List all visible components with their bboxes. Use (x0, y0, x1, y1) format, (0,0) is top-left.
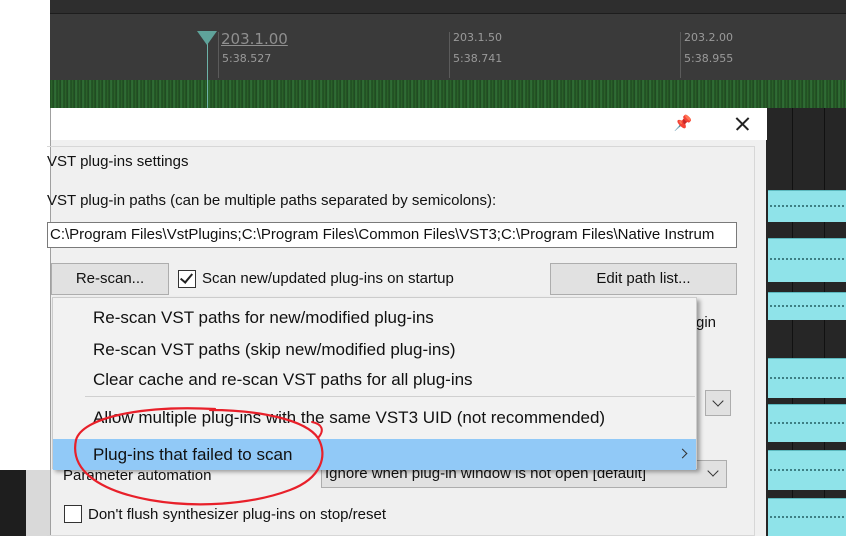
menu-item-label: Plug-ins that failed to scan (93, 445, 293, 464)
edit-path-list-label: Edit path list... (596, 270, 691, 287)
playhead-line[interactable] (207, 36, 208, 108)
waveform-track[interactable] (50, 80, 846, 108)
audio-clip[interactable] (768, 292, 846, 320)
ruler-divider (50, 13, 846, 14)
ruler-tick (449, 32, 450, 78)
dialog-titlebar: 📌 (51, 108, 767, 140)
menu-item-allow-multiple-uid[interactable]: Allow multiple plug-ins with the same VS… (53, 402, 696, 433)
menu-item-failed-to-scan[interactable]: Plug-ins that failed to scan (53, 439, 696, 470)
menu-item-label: Allow multiple plug-ins with the same VS… (93, 408, 606, 427)
chevron-right-icon (677, 448, 688, 459)
audio-clip[interactable] (768, 358, 846, 398)
menu-item-label: Clear cache and re-scan VST paths for al… (93, 370, 473, 389)
ruler-tick (680, 32, 681, 78)
param-automation-dropdown[interactable] (701, 461, 727, 487)
truncated-option-label: gin (696, 314, 717, 331)
ruler-header (50, 0, 846, 14)
dont-flush-label: Don't flush synthesizer plug-ins on stop… (88, 506, 387, 523)
rescan-button[interactable]: Re-scan... (51, 263, 169, 295)
audio-clip[interactable] (768, 498, 846, 536)
menu-item-label: Re-scan VST paths for new/modified plug-… (93, 308, 434, 327)
ruler-tick (218, 32, 219, 78)
menu-item-label: Re-scan VST paths (skip new/modified plu… (93, 340, 456, 359)
close-icon[interactable] (727, 110, 757, 138)
ruler-time-label: 5:38.741 (453, 52, 503, 65)
rescan-button-label: Re-scan... (75, 270, 145, 287)
chevron-down-icon (712, 395, 724, 407)
playhead-marker-icon[interactable] (197, 31, 217, 45)
ruler-bars-label: 203.2.00 (684, 31, 733, 44)
edit-path-list-button[interactable]: Edit path list... (550, 263, 737, 295)
left-panel (0, 0, 50, 470)
ruler-time-label: 5:38.527 (222, 52, 272, 65)
ruler-bars-label: 203.1.00 (221, 30, 288, 48)
bottom-left-panel (0, 470, 26, 536)
scan-startup-checkbox[interactable] (178, 270, 196, 288)
paths-label: VST plug-in paths (can be multiple paths… (47, 192, 497, 209)
menu-item-clear-cache-rescan[interactable]: Clear cache and re-scan VST paths for al… (53, 364, 696, 395)
dont-flush-checkbox[interactable] (64, 505, 82, 523)
checkmark-icon (179, 270, 194, 284)
ruler-bars-label: 203.1.50 (453, 31, 502, 44)
rescan-context-menu: Re-scan VST paths for new/modified plug-… (52, 297, 697, 470)
menu-item-rescan-new-modified[interactable]: Re-scan VST paths for new/modified plug-… (53, 302, 696, 333)
audio-clip[interactable] (768, 450, 846, 490)
ruler-time-label: 5:38.955 (684, 52, 734, 65)
menu-separator (85, 396, 695, 397)
audio-clip[interactable] (768, 190, 846, 222)
audio-clip[interactable] (768, 404, 846, 442)
section-title: VST plug-ins settings (47, 153, 189, 170)
audio-clip[interactable] (768, 238, 846, 282)
vst-paths-input[interactable]: C:\Program Files\VstPlugins;C:\Program F… (47, 222, 737, 248)
scan-startup-label: Scan new/updated plug-ins on startup (202, 270, 454, 287)
dropdown-button[interactable] (705, 390, 731, 416)
menu-item-rescan-skip-modified[interactable]: Re-scan VST paths (skip new/modified plu… (53, 334, 696, 365)
pin-icon[interactable]: 📌 (671, 112, 695, 136)
chevron-down-icon (707, 465, 719, 477)
